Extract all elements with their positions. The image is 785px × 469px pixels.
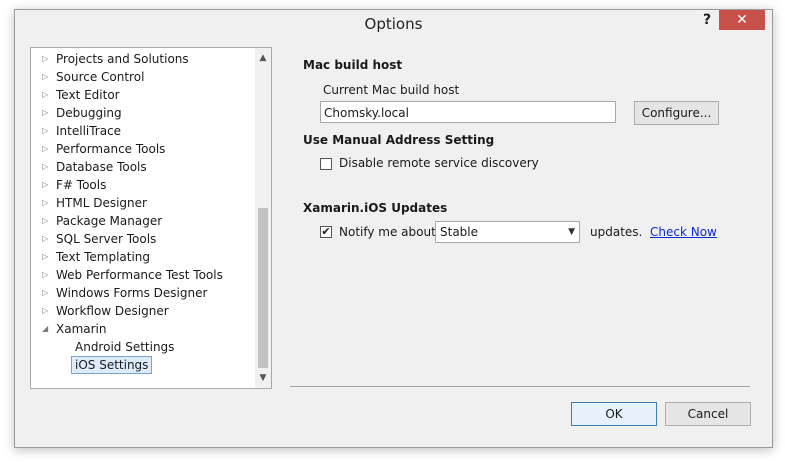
tree-item[interactable]: ▷ Text Templating <box>31 248 253 266</box>
dialog-title: Options <box>364 15 423 33</box>
options-dialog: Options ? ✕ ▷ Projects and Solutions ▷ Sour… <box>14 9 773 448</box>
collapsed-arrow-icon[interactable]: ▷ <box>42 50 52 68</box>
collapsed-arrow-icon[interactable]: ▷ <box>42 68 52 86</box>
tree-item-label: Debugging <box>56 106 122 120</box>
tree-item-label: SQL Server Tools <box>56 232 157 246</box>
tree-item[interactable]: ▷ SQL Server Tools <box>31 230 253 248</box>
help-icon[interactable]: ? <box>698 12 716 32</box>
tree-item-label: Performance Tools <box>56 142 166 156</box>
collapsed-arrow-icon[interactable]: ▷ <box>42 230 52 248</box>
tree-item-label: Windows Forms Designer <box>56 286 208 300</box>
tree-item-label: Database Tools <box>56 160 147 174</box>
scroll-thumb[interactable] <box>258 208 268 368</box>
mac-build-host-heading: Mac build host <box>303 58 403 72</box>
tree-item[interactable]: Android Settings <box>31 338 253 356</box>
tree-item-label: Source Control <box>56 70 145 84</box>
collapsed-arrow-icon[interactable]: ▷ <box>42 248 52 266</box>
update-channel-select[interactable]: Stable ▼ <box>435 221 580 243</box>
tree-item-label: Text Templating <box>56 250 151 264</box>
manual-address-heading: Use Manual Address Setting <box>303 133 495 147</box>
collapsed-arrow-icon[interactable]: ▷ <box>42 140 52 158</box>
collapsed-arrow-icon[interactable]: ▷ <box>42 212 52 230</box>
tree-item[interactable]: ▷ Debugging <box>31 104 253 122</box>
tree-item[interactable]: ▷ Workflow Designer <box>31 302 253 320</box>
footer-divider <box>290 386 750 387</box>
tree-item-label: Xamarin <box>56 322 107 336</box>
tree-item-label: HTML Designer <box>56 196 147 210</box>
tree-scrollbar[interactable]: ▲ ▼ <box>255 48 271 388</box>
tree-item[interactable]: ◢ Xamarin <box>31 320 253 338</box>
tree-item-label: Package Manager <box>56 214 163 228</box>
tree-item-label: IntelliTrace <box>56 124 122 138</box>
tree-item[interactable]: ▷ Windows Forms Designer <box>31 284 253 302</box>
check-now-link[interactable]: Check Now <box>650 225 717 239</box>
build-host-field[interactable]: Chomsky.local <box>320 101 616 123</box>
collapsed-arrow-icon[interactable]: ▷ <box>42 104 52 122</box>
collapsed-arrow-icon[interactable]: ▷ <box>42 194 52 212</box>
tree-item[interactable]: ▷ Database Tools <box>31 158 253 176</box>
notify-label[interactable]: Notify me about <box>339 225 436 239</box>
collapsed-arrow-icon[interactable]: ▷ <box>42 122 52 140</box>
scroll-down-icon[interactable]: ▼ <box>255 370 271 386</box>
tree-item-label: Workflow Designer <box>56 304 169 318</box>
tree-item[interactable]: ▷ Source Control <box>31 68 253 86</box>
tree-item[interactable]: ▷ Projects and Solutions <box>31 50 253 68</box>
updates-suffix: updates. <box>590 225 643 239</box>
collapsed-arrow-icon[interactable]: ▷ <box>42 266 52 284</box>
tree-item-label: iOS Settings <box>71 356 153 374</box>
current-host-label: Current Mac build host <box>323 83 460 97</box>
disable-discovery-checkbox[interactable] <box>320 158 332 170</box>
tree-item-label: Android Settings <box>75 340 175 354</box>
tree-item[interactable]: ▷ Text Editor <box>31 86 253 104</box>
update-channel-value: Stable <box>440 225 479 239</box>
tree-item[interactable]: iOS Settings <box>31 356 253 374</box>
options-tree: ▷ Projects and Solutions ▷ Source Control ▷ T… <box>30 47 272 389</box>
tree-item[interactable]: ▷ F# Tools <box>31 176 253 194</box>
configure-button[interactable]: Configure... <box>634 101 719 125</box>
tree-item[interactable]: ▷ Web Performance Test Tools <box>31 266 253 284</box>
chevron-down-icon: ▼ <box>568 227 575 237</box>
collapsed-arrow-icon[interactable]: ▷ <box>42 158 52 176</box>
collapsed-arrow-icon[interactable]: ▷ <box>42 176 52 194</box>
ok-button[interactable]: OK <box>571 402 657 426</box>
tree-item[interactable]: ▷ Performance Tools <box>31 140 253 158</box>
tree-item-label: Text Editor <box>56 88 120 102</box>
collapsed-arrow-icon[interactable]: ▷ <box>42 86 52 104</box>
tree-item-label: F# Tools <box>56 178 107 192</box>
scroll-up-icon[interactable]: ▲ <box>255 50 271 66</box>
updates-heading: Xamarin.iOS Updates <box>303 201 448 215</box>
tree-item[interactable]: ▷ IntelliTrace <box>31 122 253 140</box>
notify-checkbox[interactable]: ✔ <box>320 226 332 238</box>
expanded-arrow-icon[interactable]: ◢ <box>42 320 52 338</box>
cancel-button[interactable]: Cancel <box>665 402 751 426</box>
tree-item-label: Projects and Solutions <box>56 52 189 66</box>
tree-list: ▷ Projects and Solutions ▷ Source Control ▷ T… <box>31 50 253 374</box>
tree-item[interactable]: ▷ Package Manager <box>31 212 253 230</box>
close-icon[interactable]: ✕ <box>719 10 765 30</box>
tree-item[interactable]: ▷ HTML Designer <box>31 194 253 212</box>
collapsed-arrow-icon[interactable]: ▷ <box>42 284 52 302</box>
tree-item-label: Web Performance Test Tools <box>56 268 223 282</box>
title-bar: Options ? ✕ <box>15 10 772 40</box>
collapsed-arrow-icon[interactable]: ▷ <box>42 302 52 320</box>
disable-discovery-label[interactable]: Disable remote service discovery <box>339 156 539 170</box>
